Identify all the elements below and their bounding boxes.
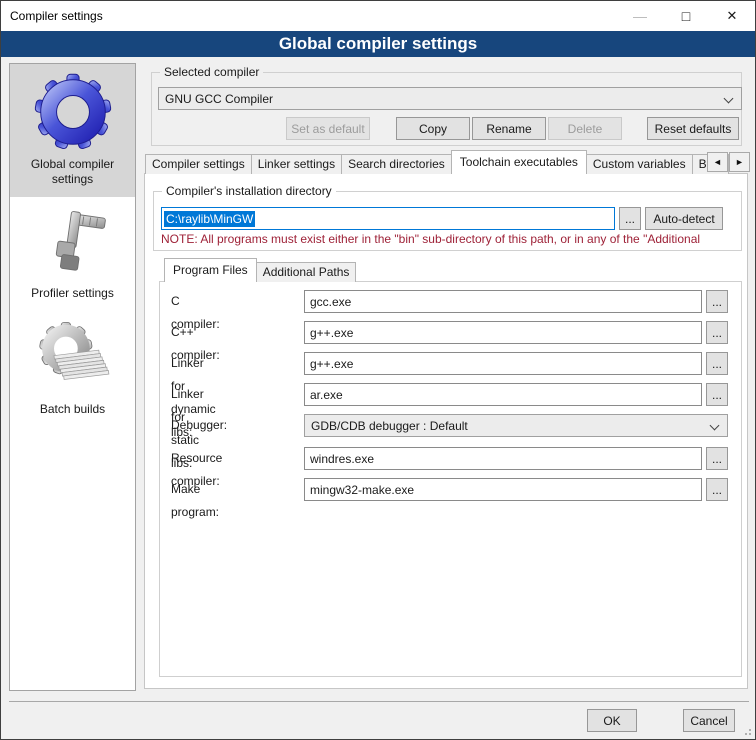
- subtab-additional-paths[interactable]: Additional Paths: [256, 262, 357, 282]
- installation-directory-value: C:\raylib\MinGW: [164, 211, 255, 227]
- tab-scroll-left-button[interactable]: ◄: [707, 152, 728, 172]
- rename-button[interactable]: Rename: [472, 117, 546, 140]
- resource-compiler-browse-button[interactable]: ...: [706, 447, 728, 470]
- close-button[interactable]: ✕: [709, 1, 755, 31]
- bin-directory-note: NOTE: All programs must exist either in …: [161, 232, 739, 246]
- debugger-select[interactable]: GDB/CDB debugger : Default: [304, 414, 728, 437]
- compiler-settings-dialog: Compiler settings — □ ✕ Global compiler …: [0, 0, 756, 740]
- tab-toolchain-executables[interactable]: Toolchain executables: [451, 150, 587, 174]
- reset-defaults-button[interactable]: Reset defaults: [647, 117, 739, 140]
- sidebar-item-label: Global compiler settings: [14, 157, 131, 187]
- compiler-select-value: GNU GCC Compiler: [165, 92, 273, 106]
- ok-button[interactable]: OK: [587, 709, 637, 732]
- resource-compiler-input[interactable]: [304, 447, 702, 470]
- sidebar-item-label: Profiler settings: [14, 286, 131, 301]
- cpp-compiler-input[interactable]: [304, 321, 702, 344]
- delete-button[interactable]: Delete: [548, 117, 622, 140]
- resize-grip[interactable]: [741, 725, 751, 735]
- sidebar-item-batch-builds[interactable]: Batch builds: [10, 311, 135, 427]
- tab-compiler-settings[interactable]: Compiler settings: [145, 154, 252, 174]
- tab-scroll-right-button[interactable]: ►: [729, 152, 750, 172]
- window-title: Compiler settings: [1, 9, 103, 23]
- dialog-banner: Global compiler settings: [1, 31, 755, 57]
- cancel-button[interactable]: Cancel: [683, 709, 735, 732]
- browse-directory-button[interactable]: ...: [619, 207, 641, 230]
- chevron-down-icon: [710, 421, 720, 431]
- tab-custom-variables[interactable]: Custom variables: [586, 154, 693, 174]
- make-program-input[interactable]: [304, 478, 702, 501]
- copy-button[interactable]: Copy: [396, 117, 470, 140]
- subtab-program-files[interactable]: Program Files: [164, 258, 257, 282]
- selected-compiler-group-label: Selected compiler: [160, 65, 263, 80]
- compiler-select[interactable]: GNU GCC Compiler: [158, 87, 742, 110]
- sidebar-item-label: Batch builds: [14, 402, 131, 417]
- auto-detect-button[interactable]: Auto-detect: [645, 207, 723, 230]
- tab-linker-settings[interactable]: Linker settings: [251, 154, 342, 174]
- sidebar-item-global-compiler-settings[interactable]: Global compiler settings: [10, 64, 135, 197]
- program-subtabs: Program Files Additional Paths: [164, 259, 355, 282]
- blue-gear-icon: [34, 73, 112, 151]
- cpp-compiler-browse-button[interactable]: ...: [706, 321, 728, 344]
- static-linker-browse-button[interactable]: ...: [706, 383, 728, 406]
- installation-directory-group-label: Compiler's installation directory: [162, 184, 336, 199]
- dynamic-linker-browse-button[interactable]: ...: [706, 352, 728, 375]
- arrow-right-icon: ►: [735, 157, 744, 167]
- minimize-icon: —: [633, 8, 647, 24]
- dynamic-linker-input[interactable]: [304, 352, 702, 375]
- minimize-button[interactable]: —: [617, 1, 663, 31]
- debugger-label: Debugger:: [171, 414, 227, 437]
- make-program-label: Make program:: [171, 478, 219, 524]
- settings-category-list: Global compiler settings: [9, 63, 136, 691]
- chevron-down-icon: [724, 94, 734, 104]
- installation-directory-input[interactable]: C:\raylib\MinGW: [161, 207, 615, 230]
- tab-search-directories[interactable]: Search directories: [341, 154, 452, 174]
- sidebar-item-profiler-settings[interactable]: Profiler settings: [10, 197, 135, 311]
- c-compiler-browse-button[interactable]: ...: [706, 290, 728, 313]
- set-as-default-button[interactable]: Set as default: [286, 117, 370, 140]
- maximize-button[interactable]: □: [663, 1, 709, 31]
- c-compiler-input[interactable]: [304, 290, 702, 313]
- main-tabs: Compiler settings Linker settings Search…: [145, 150, 728, 174]
- close-icon: ✕: [727, 8, 738, 24]
- caliper-icon: [36, 206, 110, 280]
- maximize-icon: □: [682, 8, 690, 24]
- debugger-select-value: GDB/CDB debugger : Default: [311, 419, 468, 433]
- arrow-left-icon: ◄: [713, 157, 722, 167]
- make-program-browse-button[interactable]: ...: [706, 478, 728, 501]
- gray-gear-stack-icon: [35, 320, 111, 396]
- static-linker-input[interactable]: [304, 383, 702, 406]
- footer-separator: [9, 701, 749, 702]
